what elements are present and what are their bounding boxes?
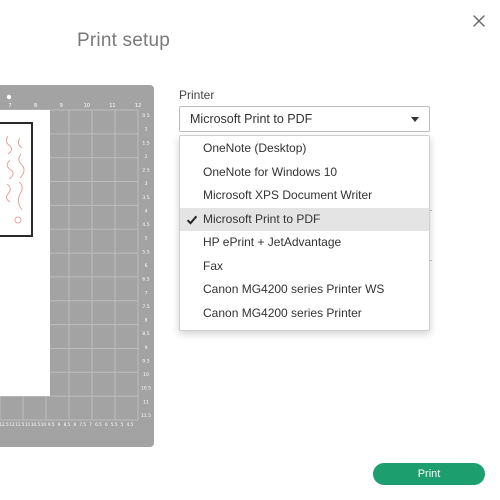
dialog-title: Print setup (77, 30, 171, 51)
ruler-tick-label: 1.5 (142, 140, 149, 146)
printer-option-label: HP ePrint + JetAdvantage (203, 235, 342, 249)
ruler-tick-label: 7.5 (79, 422, 86, 427)
ruler-tick-label: 10 (84, 103, 90, 109)
ruler-tick-label: 8 (145, 318, 148, 324)
ruler-tick-label: 7 (145, 290, 148, 296)
ruler-tick-label: 2 (145, 154, 148, 160)
ruler-tick-label: 11 (109, 103, 115, 109)
ruler-tick-label: 9 (145, 345, 148, 351)
printer-select[interactable]: Microsoft Print to PDF (179, 106, 430, 132)
ruler-tick-label: 9.5 (48, 422, 55, 427)
printer-option[interactable]: OneNote for Windows 10 (180, 161, 429, 185)
ruler-tick-label: 5.5 (142, 249, 149, 255)
design-artwork (5, 135, 25, 224)
ruler-tick-label: 10.5 (141, 386, 151, 392)
ruler-tick-label: 6 (145, 263, 148, 269)
ruler-tick-label: 8.5 (64, 422, 71, 427)
ruler-tick-label: 10 (41, 422, 47, 427)
printer-option-label: OneNote (Desktop) (203, 141, 307, 155)
close-icon[interactable] (470, 12, 488, 30)
ruler-tick-label: 7 (89, 422, 92, 427)
ruler-tick-label: 7.5 (142, 304, 149, 310)
ruler-tick-label: 9.5 (142, 358, 149, 364)
ruler-tick-label: 11 (143, 399, 149, 405)
printer-dropdown-menu: OneNote (Desktop) OneNote for Windows 10 M… (179, 135, 430, 331)
ruler-tick-label: 12 (9, 422, 15, 427)
ruler-tick-label: 8 (34, 103, 37, 109)
ruler-tick-label: 11 (25, 422, 31, 427)
ruler-tick-label: 4.5 (142, 222, 149, 228)
caret-down-icon (411, 117, 419, 122)
printer-option-label: Microsoft XPS Document Writer (203, 188, 373, 202)
ruler-tick-label: 8.5 (142, 331, 149, 337)
printer-option[interactable]: Canon MG4200 series Printer WS (180, 278, 429, 302)
printer-option[interactable]: Microsoft Print to PDF (180, 207, 429, 231)
printer-option-label: Canon MG4200 series Printer WS (203, 282, 385, 296)
ruler-tick-label: 6 (105, 422, 108, 427)
ruler-tick-label: 11.5 (15, 422, 25, 427)
design-preview (0, 122, 33, 237)
ruler-tick-label: 6.5 (142, 277, 149, 283)
printer-option-label: OneNote for Windows 10 (203, 164, 338, 179)
ruler-tick-label: 12.5 (0, 422, 9, 427)
ruler-tick-label: 0.5 (142, 113, 149, 119)
ruler-tick-label: 10.5 (31, 422, 41, 427)
hidden-control-edge (430, 260, 432, 261)
printer-option-label: Fax (203, 258, 224, 273)
printer-option[interactable]: Canon MG4200 series Printer (180, 302, 429, 326)
ruler-tick-label: 4.5 (127, 422, 134, 427)
mat-origin-marker (6, 94, 12, 100)
ruler-tick-label: 4 (145, 208, 148, 214)
print-button[interactable]: Print (373, 463, 485, 485)
ruler-tick-label: 5 (121, 422, 124, 427)
ruler-tick-label: 7 (8, 103, 11, 109)
printer-option-label: Microsoft Print to PDF (203, 211, 321, 226)
ruler-tick-label: 9 (58, 422, 61, 427)
ruler-tick-label: 8 (74, 422, 77, 427)
printer-option-label: Canon MG4200 series Printer (203, 305, 362, 320)
ruler-tick-label: 3 (145, 181, 148, 187)
printer-option[interactable]: OneNote (Desktop) (180, 137, 429, 161)
printer-option[interactable]: HP ePrint + JetAdvantage (180, 231, 429, 255)
ruler-tick-label: 12 (135, 103, 141, 109)
ruler-tick-label: 2.5 (142, 168, 149, 174)
ruler-tick-label: 1 (145, 127, 148, 133)
ruler-tick-label: 11.5 (141, 413, 151, 419)
printer-option[interactable]: Microsoft XPS Document Writer (180, 184, 429, 208)
printer-select-value: Microsoft Print to PDF (190, 112, 313, 126)
ruler-tick-label: 9 (60, 103, 63, 109)
ruler-tick-label: 3.5 (142, 195, 149, 201)
ruler-tick-label: 6.5 (95, 422, 102, 427)
ruler-tick-label: 10 (143, 372, 149, 378)
ruler-tick-label: 5 (145, 236, 148, 242)
hidden-control-edge (430, 210, 432, 211)
printer-label: Printer (179, 88, 215, 102)
printer-option[interactable]: Fax (180, 255, 429, 279)
ruler-tick-label: 5.5 (111, 422, 118, 427)
checkmark-icon (186, 215, 198, 225)
